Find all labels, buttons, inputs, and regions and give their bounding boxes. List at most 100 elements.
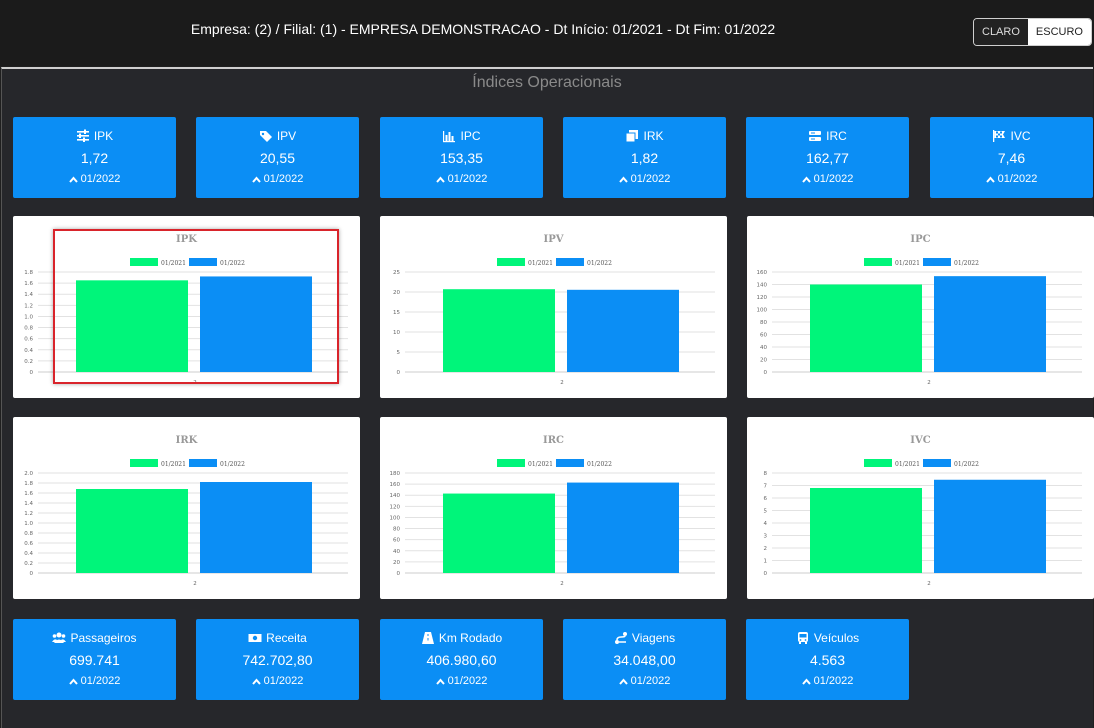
legend-label: 01/2022 (954, 260, 979, 267)
chart-ipv: IPV 01/2021 01/2022 0 5 10 15 20 25 2 (380, 216, 727, 398)
theme-light-button[interactable]: CLARO (974, 19, 1028, 45)
y-tick-label: 1.0 (24, 521, 33, 527)
card-period: 01/2022 (380, 173, 543, 185)
y-tick-label: 100 (390, 515, 401, 521)
bar-01-2022[interactable] (567, 482, 679, 573)
y-tick-label: 160 (390, 482, 401, 488)
caret-up-icon (618, 175, 628, 183)
card-period: 01/2022 (930, 173, 1093, 185)
theme-toggle: CLARO ESCURO (973, 18, 1092, 46)
y-tick-label: 60 (760, 333, 767, 339)
legend-label: 01/2021 (161, 461, 186, 468)
money-bill-icon (248, 631, 262, 645)
chart-svg: IPV 01/2021 01/2022 0 5 10 15 20 25 2 (393, 234, 715, 386)
road-icon (421, 631, 435, 645)
bar-01-2022[interactable] (567, 289, 679, 372)
server-icon (808, 129, 822, 143)
y-tick-label: 40 (760, 345, 767, 351)
bar-01-2021[interactable] (443, 289, 555, 372)
bar-01-2021[interactable] (443, 493, 555, 573)
y-tick-label: 140 (757, 283, 768, 289)
card-label: IVC (1010, 129, 1031, 143)
card-period: 01/2022 (563, 675, 726, 687)
card-period-text: 01/2022 (263, 675, 304, 687)
x-tick-label: 2 (927, 380, 931, 386)
card-period: 01/2022 (746, 675, 909, 687)
y-tick-label: 25 (393, 270, 400, 276)
chart-title: IRC (543, 435, 564, 446)
x-tick-label: 2 (560, 380, 564, 386)
caret-up-icon (985, 175, 995, 183)
y-tick-label: 0.2 (24, 359, 33, 365)
card-period-text: 01/2022 (997, 173, 1038, 185)
legend-swatch (497, 258, 525, 266)
chart-ivc: IVC 01/2021 01/2022 0 1 2 3 4 5 6 7 8 2 (747, 417, 1094, 599)
chart-title: IVC (910, 435, 930, 446)
bar-01-2021[interactable] (76, 280, 188, 372)
metric-card: IPV 20,55 01/2022 (196, 117, 359, 198)
y-tick-label: 2 (764, 546, 768, 552)
top-bar: Empresa: (2) / Filial: (1) - EMPRESA DEM… (0, 0, 1094, 66)
card-period: 01/2022 (13, 173, 176, 185)
legend-swatch (130, 459, 158, 467)
y-tick-label: 1 (764, 559, 768, 565)
caret-up-icon (801, 175, 811, 183)
card-label: Km Rodado (438, 631, 503, 645)
y-tick-label: 3 (764, 534, 768, 540)
legend-swatch (189, 459, 217, 467)
card-period-text: 01/2022 (813, 675, 854, 687)
bar-01-2022[interactable] (934, 276, 1046, 372)
metric-card: IVC 7,46 01/2022 (930, 117, 1093, 198)
card-label: IPV (276, 129, 297, 143)
card-period-text: 01/2022 (447, 675, 488, 687)
flag-checkered-icon (992, 129, 1006, 143)
legend-label: 01/2022 (220, 260, 245, 267)
bar-01-2021[interactable] (810, 488, 922, 573)
card-value: 699.741 (69, 652, 120, 668)
card-value: 162,77 (806, 150, 849, 166)
legend-swatch (923, 258, 951, 266)
y-tick-label: 180 (390, 471, 401, 477)
card-label-row: IRK (563, 129, 726, 143)
y-tick-label: 120 (757, 295, 768, 301)
legend-swatch (189, 258, 217, 266)
card-value: 20,55 (259, 150, 296, 166)
y-tick-label: 100 (757, 308, 768, 314)
card-value: 34.048,00 (613, 652, 676, 668)
metric-card: IRC 162,77 01/2022 (746, 117, 909, 198)
chart-title: IPV (544, 234, 564, 245)
bar-01-2022[interactable] (934, 479, 1046, 573)
y-tick-label: 15 (393, 310, 400, 316)
chart-ipk: IPK 01/2021 01/2022 0 0.2 0.4 0.6 0.8 1.0 1.2 1.4 1… (13, 216, 360, 398)
bar-01-2021[interactable] (810, 284, 922, 373)
y-tick-label: 0 (30, 370, 34, 376)
bar-01-2021[interactable] (76, 489, 188, 573)
y-tick-label: 80 (760, 320, 767, 326)
chart-title: IPK (176, 234, 197, 245)
x-tick-label: 2 (193, 581, 197, 587)
y-tick-label: 80 (393, 527, 400, 533)
metric-card: Receita 742.702,80 01/2022 (196, 619, 359, 700)
metric-card: IRK 1,82 01/2022 (563, 117, 726, 198)
y-tick-label: 1.6 (24, 491, 33, 497)
bar-01-2022[interactable] (200, 482, 312, 573)
theme-dark-button[interactable]: ESCURO (1027, 19, 1091, 45)
card-label: Passageiros (70, 631, 137, 645)
chart-svg: IRC 01/2021 01/2022 0 20 40 60 80 100 120 140 160 18… (390, 435, 715, 587)
card-label: IPC (460, 129, 481, 143)
caret-up-icon (68, 677, 78, 685)
metric-card: IPK 1,72 01/2022 (13, 117, 176, 198)
bar-01-2022[interactable] (200, 276, 312, 372)
card-value: 1,82 (630, 150, 659, 166)
card-period: 01/2022 (746, 173, 909, 185)
card-label-row: IRC (746, 129, 909, 143)
y-tick-label: 0.6 (24, 337, 33, 343)
sliders-icon (76, 129, 90, 143)
users-icon (52, 631, 67, 645)
metric-card: Km Rodado 406.980,60 01/2022 (380, 619, 543, 700)
legend-swatch (130, 258, 158, 266)
y-tick-label: 0 (764, 370, 768, 376)
y-tick-label: 2.0 (24, 471, 33, 477)
y-tick-label: 0 (397, 370, 401, 376)
y-tick-label: 1.4 (24, 501, 33, 507)
